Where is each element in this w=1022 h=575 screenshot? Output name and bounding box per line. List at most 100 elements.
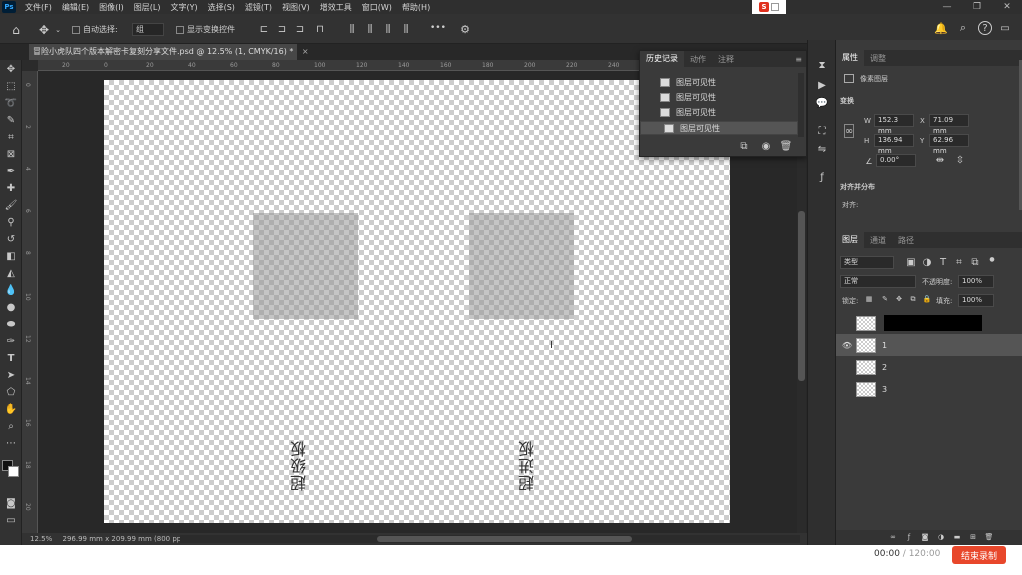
blend-mode-dropdown[interactable]: 正常 xyxy=(840,275,916,288)
distribute-vcenter-icon[interactable]: ⫼ xyxy=(364,23,376,35)
clone-stamp-tool-icon[interactable]: ⚲ xyxy=(3,215,19,230)
folder-icon[interactable]: ▬ xyxy=(952,532,962,542)
comment-icon[interactable]: 💬 xyxy=(815,96,829,110)
adjustments-icon[interactable]: ⇋ xyxy=(815,142,829,156)
distribute-bottom-icon[interactable]: ⫼ xyxy=(382,23,394,35)
trash-icon[interactable]: 🗑 xyxy=(984,532,994,542)
history-brush-tool-icon[interactable]: ↺ xyxy=(3,232,19,247)
chevron-down-icon[interactable]: ⌄ xyxy=(54,24,62,36)
lock-all-icon[interactable]: 🔒 xyxy=(922,294,932,304)
new-layer-icon[interactable]: ⊞ xyxy=(968,532,978,542)
filter-toggle-icon[interactable]: ● xyxy=(988,255,996,263)
crop-tool-icon[interactable]: ⌗ xyxy=(3,130,19,145)
marquee-tool-icon[interactable]: ⬚ xyxy=(3,79,19,94)
x-field[interactable]: 71.09 mm xyxy=(929,114,969,135)
fx-icon[interactable]: ƒ xyxy=(904,532,914,542)
history-item-selected[interactable]: 图层可见性 xyxy=(640,121,798,135)
gear-icon[interactable]: ⚙ xyxy=(458,22,472,36)
show-transform-checkbox[interactable]: 显示变换控件 xyxy=(176,24,235,35)
play-action-icon[interactable]: ▶ xyxy=(815,78,829,92)
link-icon[interactable]: ∞ xyxy=(844,124,854,138)
fill-field[interactable]: 100% xyxy=(958,294,994,307)
align-right-icon[interactable]: ⊐ xyxy=(294,23,306,35)
tab-actions[interactable]: 动作 xyxy=(684,54,712,65)
flip-vertical-icon[interactable]: ⇳ xyxy=(954,154,966,166)
menu-file[interactable]: 文件(F) xyxy=(20,2,57,13)
paint-bucket-tool-icon[interactable]: ◭ xyxy=(3,266,19,281)
minimize-icon[interactable]: — xyxy=(932,0,962,14)
bell-icon[interactable]: 🔔 xyxy=(934,21,948,35)
eraser-tool-icon[interactable]: ◧ xyxy=(3,249,19,264)
checkbox-icon[interactable] xyxy=(176,25,184,34)
workspace-icon[interactable]: ▭ xyxy=(998,21,1012,35)
visibility-toggle[interactable] xyxy=(842,384,852,394)
layer-row[interactable]: 2 xyxy=(836,356,1022,378)
filter-type-icon[interactable]: T xyxy=(938,256,948,268)
quick-select-tool-icon[interactable]: ✎ xyxy=(3,113,19,128)
auto-select-dropdown[interactable]: 组 xyxy=(132,23,164,36)
more-options-icon[interactable]: ••• xyxy=(430,23,446,33)
menu-type[interactable]: 文字(Y) xyxy=(165,2,202,13)
wps-widget[interactable]: S xyxy=(752,0,786,14)
width-field[interactable]: 152.3 mm xyxy=(874,114,914,135)
zoom-tool-icon[interactable]: ⌕ xyxy=(3,419,19,434)
type-tool-icon[interactable]: T xyxy=(3,351,19,366)
tab-notes[interactable]: 注释 xyxy=(712,54,740,65)
tab-adjustments[interactable]: 调整 xyxy=(864,53,892,64)
close-window-icon[interactable]: ✕ xyxy=(992,0,1022,14)
lock-pixels-icon[interactable]: ✎ xyxy=(880,294,890,304)
pen-tool-icon[interactable]: ✑ xyxy=(3,334,19,349)
history-item[interactable]: 图层可见性 xyxy=(640,105,798,119)
screen-mode-icon[interactable]: ▭ xyxy=(3,513,19,528)
lasso-tool-icon[interactable]: ➰ xyxy=(3,96,19,111)
trash-icon[interactable]: 🗑 xyxy=(780,140,793,152)
fx-icon[interactable]: ƒ xyxy=(815,170,829,184)
menu-plugins[interactable]: 增效工具 xyxy=(315,2,357,13)
zoom-level[interactable]: 12.5% xyxy=(30,535,52,543)
history-item[interactable]: 图层可见性 xyxy=(640,75,798,89)
history-scrollbar[interactable] xyxy=(798,73,804,137)
camera-icon[interactable]: ◉ xyxy=(760,140,772,152)
scroll-thumb[interactable] xyxy=(798,211,805,381)
angle-field[interactable]: 0.00° xyxy=(876,154,916,167)
mask-icon[interactable]: ◙ xyxy=(920,532,930,542)
move-tool-icon[interactable]: ✥ xyxy=(3,62,19,77)
align-section-title[interactable]: 对齐并分布 xyxy=(840,182,875,192)
restore-icon[interactable]: ❐ xyxy=(962,0,992,14)
layer-row[interactable]: 3 xyxy=(836,378,1022,400)
tab-properties[interactable]: 属性 xyxy=(836,50,864,66)
horizontal-scrollbar[interactable] xyxy=(180,535,800,543)
sponge-tool-icon[interactable]: ⬬ xyxy=(3,317,19,332)
distribute-top-icon[interactable]: ⫼ xyxy=(346,23,358,35)
close-tab-icon[interactable]: × xyxy=(302,47,309,56)
new-document-from-state-icon[interactable]: ⧉ xyxy=(738,140,750,152)
layer-filter-dropdown[interactable]: 类型 xyxy=(840,256,894,269)
tab-layers[interactable]: 图层 xyxy=(836,232,864,248)
background-color-swatch[interactable] xyxy=(8,466,19,477)
history-item[interactable]: 图层可见性 xyxy=(640,90,798,104)
align-top-icon[interactable]: ⊓ xyxy=(314,23,326,35)
home-icon[interactable]: ⌂ xyxy=(8,22,24,38)
more-tools-icon[interactable]: ⋯ xyxy=(3,436,19,451)
card-placeholder-left[interactable] xyxy=(253,213,358,319)
blur-tool-icon[interactable]: 💧 xyxy=(3,283,19,298)
hand-tool-icon[interactable]: ✋ xyxy=(3,402,19,417)
visibility-toggle[interactable] xyxy=(842,318,852,328)
filter-shape-icon[interactable]: ⌗ xyxy=(954,256,964,268)
align-left-icon[interactable]: ⊏ xyxy=(258,23,270,35)
lock-transparency-icon[interactable]: ▦ xyxy=(864,294,874,304)
tab-history[interactable]: 历史记录 xyxy=(640,51,684,67)
eyedropper-tool-icon[interactable]: ✒ xyxy=(3,164,19,179)
move-tool-icon[interactable]: ✥ xyxy=(36,22,52,38)
brush-settings-icon[interactable]: ⛶ xyxy=(815,124,829,138)
menu-view[interactable]: 视图(V) xyxy=(277,2,315,13)
checkbox-icon[interactable] xyxy=(72,25,80,34)
opacity-field[interactable]: 100% xyxy=(958,275,994,288)
quick-mask-icon[interactable]: ◙ xyxy=(3,496,19,511)
lock-artboard-icon[interactable]: ⧉ xyxy=(908,294,918,304)
dodge-tool-icon[interactable]: ● xyxy=(3,300,19,315)
eye-icon[interactable]: 👁 xyxy=(842,340,852,350)
layer-row[interactable]: 👁 1 xyxy=(836,334,1022,356)
menu-select[interactable]: 选择(S) xyxy=(203,2,240,13)
flip-horizontal-icon[interactable]: ⇹ xyxy=(934,154,946,166)
